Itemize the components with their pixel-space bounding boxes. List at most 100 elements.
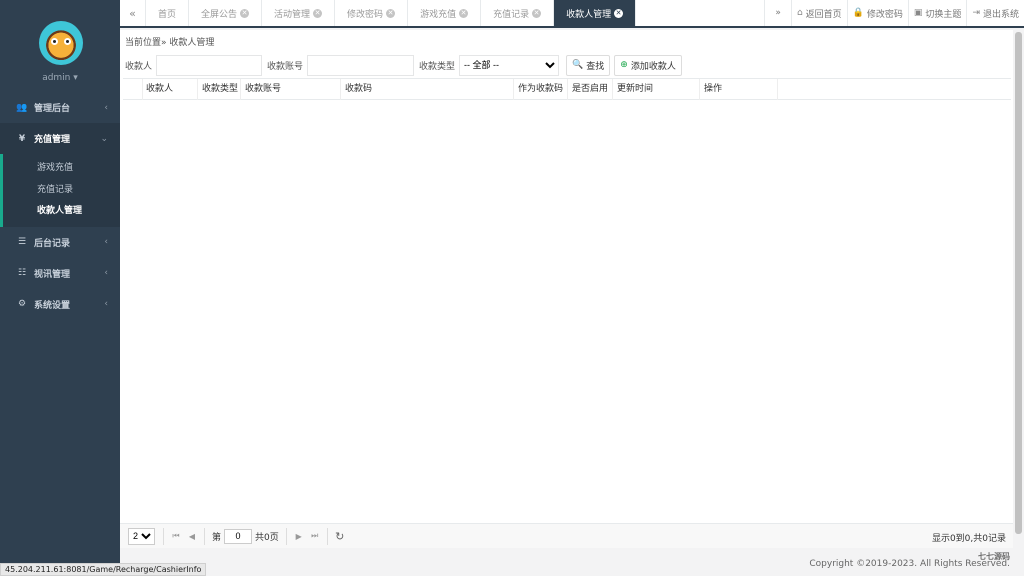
chevron-left-icon: ‹ (104, 237, 108, 247)
close-icon[interactable]: ✕ (614, 8, 624, 18)
page-prefix: 第 (212, 532, 222, 543)
copyright-text: Copyright ©2019-2023. All Rights Reserve… (809, 559, 1010, 569)
yen-icon: ¥ (18, 133, 26, 144)
search-icon: 🔍 (572, 60, 584, 70)
avatar-eye (51, 38, 58, 45)
back-home-button[interactable]: ⌂ 返回首页 (790, 0, 847, 26)
close-icon[interactable]: ✕ (386, 8, 396, 18)
data-table-header: 收款人 收款类型 收款账号 收款码 作为收款码 是否启用 更新时间 操作 (123, 78, 1011, 100)
username: admin (42, 73, 71, 83)
sidebar-item-video[interactable]: ☷ 视讯管理 ‹ (0, 258, 120, 289)
column-header[interactable]: 作为收款码 (514, 79, 568, 100)
refresh-icon[interactable]: ↻ (332, 528, 348, 545)
logout-button[interactable]: ⇥ 退出系统 (966, 0, 1024, 26)
tab-label: 收款人管理 (566, 9, 612, 20)
user-menu[interactable]: admin ▾ (0, 73, 120, 83)
submenu-item-game-recharge[interactable]: 游戏充值 (3, 158, 120, 180)
page-size-select[interactable]: 20 (128, 527, 155, 545)
chevron-left-icon: ‹ (104, 102, 108, 113)
search-bar: 收款人 收款账号 收款类型 -- 全部 -- 🔍 查找 ⊕ 添加收款人 (125, 54, 686, 76)
caret-down-icon: ▾ (73, 73, 78, 83)
gears-icon: ⚙ (17, 299, 27, 309)
column-header[interactable]: 收款码 (341, 79, 514, 100)
sidebar: admin ▾ 👥 管理后台 ‹ ¥ 充值管理 ⌄ 游戏充值 充值记录 收款人管… (0, 0, 120, 576)
account-label: 收款账号 (267, 61, 304, 72)
table-checkbox-column (123, 79, 143, 100)
close-icon[interactable]: ✕ (240, 8, 250, 18)
back-home-label: 返回首页 (805, 9, 842, 20)
tab-payee-management[interactable]: 收款人管理 ✕ (554, 0, 637, 26)
plus-circle-icon: ⊕ (620, 60, 628, 70)
scroll-tabs-left-button[interactable]: « (120, 0, 146, 26)
column-header[interactable]: 是否启用 (568, 79, 613, 100)
close-icon[interactable]: ✕ (459, 8, 469, 18)
column-header[interactable]: 操作 (700, 79, 778, 100)
logout-icon: ⇥ (972, 8, 980, 18)
record-summary: 显示0到0,共0记录 (931, 534, 1006, 544)
switch-theme-button[interactable]: ▣ 切换主题 (907, 0, 967, 26)
theme-icon: ▣ (913, 8, 923, 18)
find-button-label: 查找 (586, 61, 605, 72)
tab-label: 游戏充值 (420, 9, 457, 20)
tab-label: 全屏公告 (201, 9, 238, 20)
sidebar-item-admin[interactable]: 👥 管理后台 ‹ (0, 92, 120, 123)
tab-game-recharge[interactable]: 游戏充值 ✕ (408, 0, 482, 26)
find-button[interactable]: 🔍 查找 (566, 54, 611, 76)
next-page-icon[interactable]: ▶ (291, 528, 307, 545)
change-password-button[interactable]: 🔒 修改密码 (846, 0, 908, 26)
prev-page-icon[interactable]: ◀ (184, 528, 200, 545)
home-icon: ⌂ (796, 8, 803, 18)
payee-type-select[interactable]: -- 全部 -- (459, 54, 560, 76)
last-page-icon[interactable]: ⏭ (307, 528, 323, 545)
add-payee-label: 添加收款人 (630, 61, 676, 72)
tab-label: 首页 (158, 9, 177, 20)
logout-label: 退出系统 (982, 9, 1019, 20)
sidebar-item-logs[interactable]: ☰ 后台记录 ‹ (0, 227, 120, 258)
list-indent-icon: ☷ (17, 268, 27, 278)
tab-activity[interactable]: 活动管理 ✕ (262, 0, 336, 26)
side-menu: 👥 管理后台 ‹ ¥ 充值管理 ⌄ 游戏充值 充值记录 收款人管理 ☰ 后台记录… (0, 92, 120, 320)
change-password-label: 修改密码 (866, 9, 903, 20)
tab-label: 充值记录 (493, 9, 530, 20)
divider (204, 527, 205, 545)
sidebar-item-recharge[interactable]: ¥ 充值管理 ⌄ (0, 123, 120, 154)
page-number-input[interactable] (224, 528, 253, 544)
tab-home[interactable]: 首页 (146, 0, 190, 26)
column-header[interactable]: 收款类型 (198, 79, 241, 100)
type-label: 收款类型 (419, 61, 456, 72)
switch-theme-label: 切换主题 (925, 9, 962, 20)
sidebar-item-label: 管理后台 (34, 104, 71, 114)
users-icon: 👥 (16, 102, 28, 113)
tab-label: 活动管理 (274, 9, 311, 20)
scrollbar[interactable] (1015, 32, 1022, 534)
close-icon[interactable]: ✕ (313, 8, 323, 18)
avatar[interactable] (39, 21, 83, 65)
sidebar-item-settings[interactable]: ⚙ 系统设置 ‹ (0, 289, 120, 320)
tab-recharge-records[interactable]: 充值记录 ✕ (481, 0, 555, 26)
tab-change-password[interactable]: 修改密码 ✕ (335, 0, 409, 26)
tab-announcement[interactable]: 全屏公告 ✕ (189, 0, 263, 26)
account-input[interactable] (307, 54, 415, 76)
status-url: 45.204.211.61:8081/Game/Recharge/Cashier… (0, 563, 207, 576)
chevron-down-icon: ⌄ (100, 133, 108, 144)
column-header[interactable]: 更新时间 (613, 79, 700, 100)
list-icon: ☰ (17, 237, 27, 247)
first-page-icon[interactable]: ⏮ (168, 528, 184, 545)
column-header[interactable]: 收款人 (143, 79, 198, 100)
column-filler (778, 79, 1011, 100)
scroll-tabs-right-button[interactable]: » (764, 0, 791, 26)
close-icon[interactable]: ✕ (532, 8, 542, 18)
chevron-left-icon: ‹ (104, 268, 108, 278)
payee-input[interactable] (156, 54, 263, 76)
submenu-item-payee-management[interactable]: 收款人管理 (3, 201, 120, 223)
divider (326, 527, 328, 545)
column-header[interactable]: 收款账号 (241, 79, 341, 100)
pagination-bar: 20 ⏮ ◀ 第 共0页 ▶ ⏭ ↻ 显示0到0,共0记录 (120, 523, 1013, 548)
submenu-item-recharge-records[interactable]: 充值记录 (3, 180, 120, 202)
sidebar-item-label: 充值管理 (34, 135, 71, 145)
tab-label: 修改密码 (347, 9, 384, 20)
add-payee-button[interactable]: ⊕ 添加收款人 (614, 54, 682, 76)
footer: 七七源码 Copyright ©2019-2023. All Rights Re… (120, 548, 1024, 576)
divider (285, 527, 287, 545)
sidebar-item-label: 系统设置 (34, 300, 71, 311)
